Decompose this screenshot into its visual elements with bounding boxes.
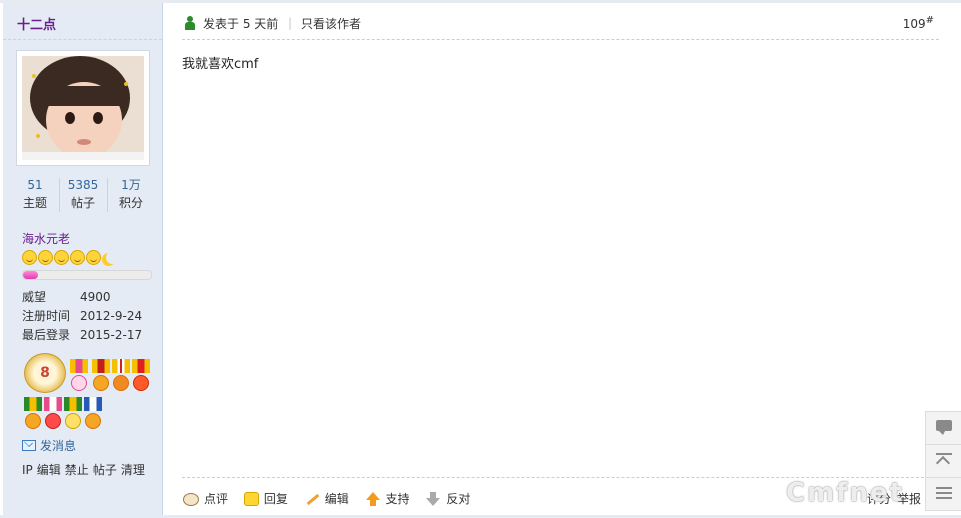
level-icons: [22, 250, 115, 268]
send-message-link[interactable]: 发消息: [22, 437, 76, 454]
support-label: 支持: [385, 492, 410, 506]
smiley-icon: [86, 250, 101, 265]
medal-icon[interactable]: [64, 397, 82, 433]
stat-posts-label: 帖子: [70, 196, 95, 210]
medal-icon[interactable]: [84, 397, 102, 433]
mail-icon: [22, 440, 36, 451]
admin-link-ban[interactable]: 禁止: [65, 463, 89, 477]
info-row-register-time: 注册时间 2012-9-24: [22, 307, 162, 326]
level-progress-fill: [23, 271, 39, 279]
post-actions: 点评 回复 编辑 支持 反对: [183, 490, 482, 508]
medals: 8: [22, 353, 158, 433]
author-header: 十二点: [3, 3, 162, 40]
smiley-icon: [70, 250, 85, 265]
pencil-icon: [304, 492, 320, 506]
reply-button[interactable]: 回复: [243, 490, 288, 507]
avatar-frame[interactable]: [16, 50, 150, 166]
avatar[interactable]: [22, 56, 144, 160]
list-icon: [936, 487, 952, 499]
edit-button[interactable]: 编辑: [304, 490, 349, 507]
author-name-link[interactable]: 十二点: [17, 14, 56, 33]
back-to-top-icon: [936, 453, 952, 469]
usergroup-link[interactable]: 海水元老: [22, 230, 70, 247]
comment-icon: [183, 493, 199, 506]
medal-icon[interactable]: [92, 359, 110, 395]
admin-link-posts[interactable]: 帖子: [93, 463, 117, 477]
chat-bubble-icon: [936, 420, 952, 435]
floor-mark: #: [925, 15, 934, 26]
floating-side-tools: [925, 411, 961, 511]
stat-credits-value[interactable]: 1万: [108, 176, 154, 194]
smiley-icon: [54, 250, 69, 265]
post-frame: 十二点 51 主题 5385 帖子 1万 积分 海水元老 威望 4900 注册时…: [0, 0, 961, 518]
admin-links: IP 编辑 禁止 帖子 清理: [22, 461, 149, 478]
reply-label: 回复: [263, 492, 288, 506]
info-value: 2015-2-17: [80, 328, 143, 342]
info-key: 威望: [22, 290, 47, 304]
medal-icon[interactable]: [132, 359, 150, 395]
anniversary-badge-icon[interactable]: 8: [24, 353, 66, 393]
return-to-list-button[interactable]: [925, 477, 961, 511]
only-author-link[interactable]: 只看该作者: [301, 15, 361, 32]
site-watermark: Cmfnet: [786, 478, 905, 508]
stat-posts[interactable]: 5385 帖子: [60, 176, 106, 212]
medal-icon[interactable]: [112, 359, 130, 395]
level-progress-bar: [22, 270, 152, 280]
admin-link-ip[interactable]: IP: [22, 463, 33, 477]
stat-threads-label: 主题: [22, 196, 47, 210]
online-status-icon: [185, 16, 195, 30]
stat-posts-value[interactable]: 5385: [60, 176, 106, 194]
oppose-button[interactable]: 反对: [425, 490, 470, 507]
stat-credits[interactable]: 1万 积分: [108, 176, 154, 212]
admin-link-clean[interactable]: 清理: [121, 463, 145, 477]
medal-icon[interactable]: [70, 359, 88, 395]
comment-label: 点评: [204, 492, 229, 506]
smiley-icon: [22, 250, 37, 265]
stat-threads-value[interactable]: 51: [12, 176, 58, 194]
reply-icon: [243, 492, 259, 506]
support-button[interactable]: 支持: [365, 490, 410, 507]
comment-button[interactable]: 点评: [183, 490, 228, 507]
stat-credits-label: 积分: [118, 196, 143, 210]
author-sidebar: 十二点 51 主题 5385 帖子 1万 积分 海水元老 威望 4900 注册时…: [3, 3, 163, 515]
author-stats: 51 主题 5385 帖子 1万 积分: [12, 176, 154, 216]
info-row-last-login: 最后登录 2015-2-17: [22, 326, 162, 345]
send-message-label: 发消息: [40, 439, 77, 453]
back-to-top-button[interactable]: [925, 444, 961, 477]
floor-number-link[interactable]: 109#: [903, 15, 934, 31]
arrow-up-icon: [365, 492, 381, 506]
info-value: 4900: [80, 290, 111, 304]
info-row-prestige: 威望 4900: [22, 288, 162, 307]
post-content: 我就喜欢cmf: [182, 57, 259, 72]
moon-icon: [106, 251, 119, 264]
medal-icon[interactable]: [24, 397, 42, 433]
oppose-label: 反对: [446, 492, 471, 506]
admin-link-edit[interactable]: 编辑: [37, 463, 61, 477]
info-key: 最后登录: [22, 328, 71, 342]
info-value: 2012-9-24: [80, 309, 143, 323]
post-main: 发表于 5 天前 | 只看该作者 109# 我就喜欢cmf 点评 回复 编辑 支…: [163, 3, 961, 515]
post-time: 发表于 5 天前: [203, 17, 279, 31]
header-divider: |: [288, 16, 293, 30]
floor-number: 109: [902, 17, 926, 31]
author-info: 威望 4900 注册时间 2012-9-24 最后登录 2015-2-17: [22, 288, 162, 345]
quick-reply-button[interactable]: [925, 411, 961, 444]
smiley-icon: [38, 250, 53, 265]
post-header: 发表于 5 天前 | 只看该作者 109#: [182, 3, 939, 40]
info-key: 注册时间: [22, 309, 71, 323]
arrow-down-icon: [425, 492, 441, 506]
medal-icon[interactable]: [44, 397, 62, 433]
stat-threads[interactable]: 51 主题: [12, 176, 58, 212]
edit-label: 编辑: [324, 492, 349, 506]
